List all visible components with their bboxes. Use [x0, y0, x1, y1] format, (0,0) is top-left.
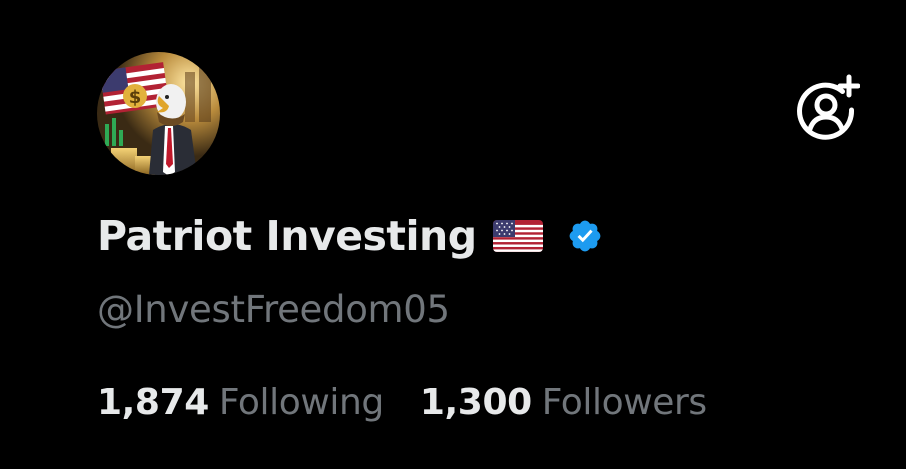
- profile-handle: @InvestFreedom05: [97, 288, 450, 331]
- follow-button[interactable]: [792, 74, 861, 142]
- verified-badge-icon[interactable]: [567, 218, 603, 254]
- followers-label: Followers: [541, 382, 707, 423]
- us-flag-icon: [492, 218, 543, 254]
- avatar[interactable]: $: [97, 52, 220, 175]
- following-label: Following: [218, 382, 384, 423]
- svg-text:$: $: [129, 87, 142, 108]
- followers-link[interactable]: 1,300 Followers: [420, 382, 707, 423]
- profile-stats: 1,874 Following 1,300 Followers: [97, 382, 707, 423]
- add-user-icon: [797, 74, 861, 140]
- avatar-image: $: [97, 52, 220, 175]
- profile-name-row: Patriot Investing: [97, 206, 603, 266]
- display-name: Patriot Investing: [97, 212, 477, 260]
- following-link[interactable]: 1,874 Following: [97, 382, 384, 423]
- following-count: 1,874: [97, 382, 209, 423]
- followers-count: 1,300: [419, 382, 532, 423]
